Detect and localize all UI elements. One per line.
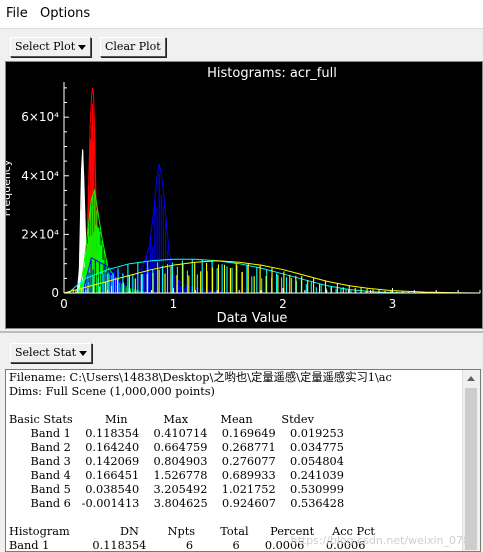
x-tick-label: 3	[389, 297, 397, 311]
plot-toolbar: Select Plot Clear Plot	[0, 28, 483, 63]
stats-line: Band 4 0.166451 1.526778 0.689933 0.2410…	[9, 469, 344, 482]
clear-plot-button[interactable]: Clear Plot	[100, 37, 166, 57]
y-tick-label: 2×10⁴	[21, 227, 59, 241]
scroll-up-arrow-icon[interactable]	[463, 370, 480, 387]
stats-line	[9, 511, 461, 525]
histogram-plot: 0 1 2 3 0 2×10⁴ 4×10⁴ 6×10⁴ Histograms: acr_full…	[5, 61, 483, 329]
select-stat-button[interactable]: Select Stat	[10, 343, 93, 363]
select-stat-label: Select Stat	[15, 346, 77, 359]
stats-line: Filename: C:\Users\14838\Desktop\之哟也\定量遥…	[9, 371, 392, 384]
stats-text-panel[interactable]: Filename: C:\Users\14838\Desktop\之哟也\定量遥…	[5, 369, 481, 552]
stats-line: Band 6 -0.001413 3.804625 0.924607 0.536…	[9, 497, 345, 510]
stats-line: Band 1 0.118354 0.410714 0.169649 0.0192…	[9, 427, 344, 440]
y-axis-label: Frequency	[6, 159, 13, 216]
select-plot-button[interactable]: Select Plot	[10, 37, 92, 57]
pane-divider[interactable]	[0, 331, 483, 333]
stats-line: Band 2 0.164240 0.664759 0.268771 0.0347…	[9, 441, 344, 454]
menu-file[interactable]: File	[6, 6, 28, 21]
menu-options[interactable]: Options	[40, 6, 90, 21]
stats-toolbar: Select Stat	[0, 335, 483, 367]
watermark: https://blog.csdn.net/weixin_078	[290, 534, 470, 547]
x-tick-label: 0	[60, 297, 68, 311]
x-tick-label: 2	[279, 297, 287, 311]
menu-bar: File Options	[0, 0, 483, 28]
x-axis-label: Data Value	[217, 311, 288, 326]
y-tick-label: 0	[51, 286, 59, 300]
chart-title: Histograms: acr_full	[207, 66, 337, 81]
histogram-chart: 0 1 2 3 0 2×10⁴ 4×10⁴ 6×10⁴ Histograms: acr_full…	[6, 66, 481, 326]
stats-text: Filename: C:\Users\14838\Desktop\之哟也\定量遥…	[9, 371, 461, 551]
stats-line: Dims: Full Scene (1,000,000 points)	[9, 385, 215, 398]
select-plot-label: Select Plot	[15, 40, 76, 53]
y-tick-label: 6×10⁴	[21, 110, 59, 124]
stats-line: Band 5 0.038540 3.205492 1.021752 0.5309…	[9, 483, 344, 496]
x-tick-label: 1	[170, 297, 178, 311]
stats-line: Band 3 0.142069 0.804903 0.276077 0.0548…	[9, 455, 344, 468]
vertical-scrollbar[interactable]	[462, 370, 480, 551]
chevron-down-icon	[79, 350, 88, 356]
stats-line	[9, 399, 461, 413]
stats-line: Basic Stats Min Max Mean Stdev	[9, 413, 314, 426]
y-tick-label: 4×10⁴	[21, 169, 59, 183]
clear-plot-label: Clear Plot	[105, 40, 161, 53]
scroll-thumb[interactable]	[465, 388, 477, 550]
chevron-down-icon	[78, 44, 87, 50]
